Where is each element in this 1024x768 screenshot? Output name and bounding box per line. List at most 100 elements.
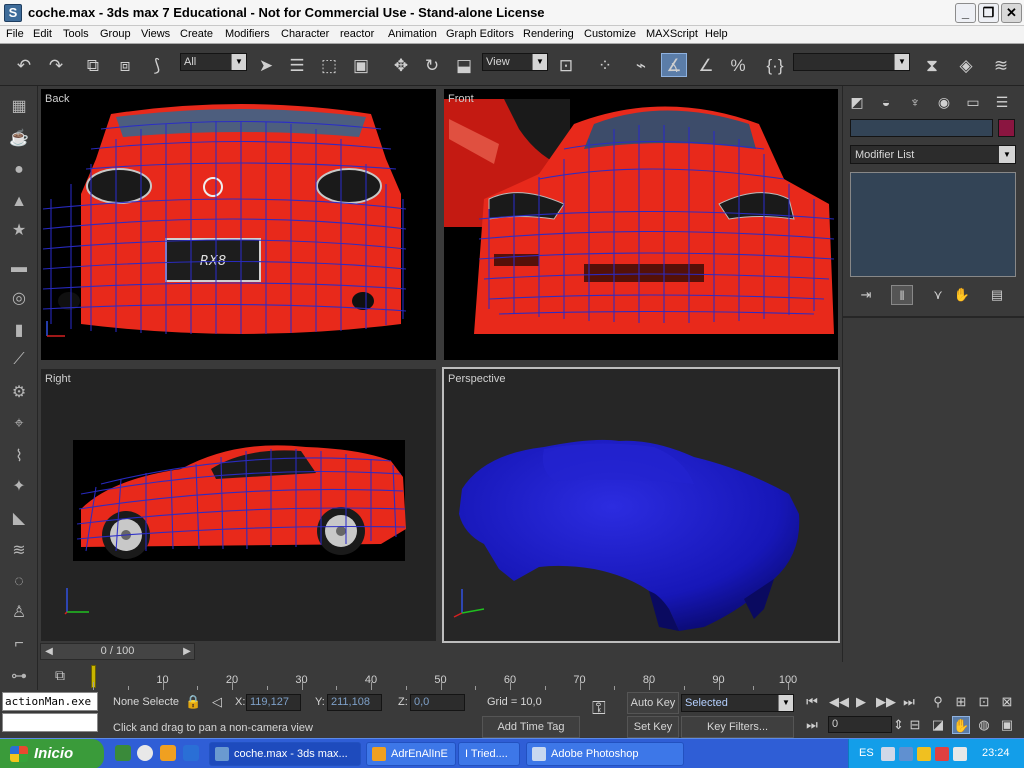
layer-manager-icon[interactable]: ≋ (988, 53, 1014, 77)
go-to-start-icon[interactable]: ⏮ (803, 693, 821, 711)
frame-spinner-icon[interactable]: ⇕ (893, 716, 904, 734)
maxscript-listener-input[interactable]: actionMan.exe (2, 692, 98, 711)
tray-antivirus-icon[interactable] (935, 747, 949, 761)
set-key-button[interactable]: Set Key (627, 716, 679, 738)
pan-icon[interactable]: ✋ (952, 716, 970, 734)
menu-rendering[interactable]: Rendering (523, 28, 574, 40)
menu-tools[interactable]: Tools (63, 28, 89, 40)
viewport-back[interactable]: Back RX8 (41, 89, 436, 360)
absolute-mode-icon[interactable]: ◁ (212, 694, 222, 710)
menu-help[interactable]: Help (705, 28, 728, 40)
make-unique-icon[interactable]: ⋎ (927, 285, 949, 305)
tube-icon[interactable]: ⟋ (6, 348, 32, 372)
restore-button[interactable]: ❐ (978, 3, 999, 23)
mirror-icon[interactable]: ⧗ (919, 53, 945, 77)
hierarchy-tab-icon[interactable]: ♆ (904, 92, 926, 112)
key-filters-button[interactable]: Key Filters... (681, 716, 794, 738)
water-icon[interactable]: ≋ (6, 538, 32, 562)
arc-rotate-icon[interactable]: ◍ (975, 716, 993, 734)
menu-animation[interactable]: Animation (388, 28, 437, 40)
object-name-input[interactable] (850, 119, 993, 137)
select-scale-icon[interactable]: ⬓ (451, 53, 477, 77)
keyboard-shortcut-icon[interactable]: ⌁ (628, 53, 654, 77)
chevron-left-icon[interactable]: ◀ (42, 643, 56, 660)
task-messenger-2[interactable]: I Tried.... (458, 742, 520, 766)
viewport-label[interactable]: Front (448, 93, 474, 105)
track-bar[interactable]: ⧉ 10 20 30 40 50 60 70 80 90 100 (40, 662, 840, 690)
select-object-icon[interactable]: ➤ (253, 53, 279, 77)
character-icon[interactable]: ♙ (6, 600, 32, 624)
viewport-label[interactable]: Right (45, 373, 71, 385)
tray-messenger-icon[interactable] (917, 747, 931, 761)
modify-tab-icon[interactable]: ◒ (875, 92, 897, 112)
lock-icon[interactable]: 🔒 (185, 694, 201, 710)
viewport-label[interactable]: Back (45, 93, 69, 105)
window-crossing-icon[interactable]: ▣ (348, 53, 374, 77)
key-mode-toggle-icon[interactable]: ⏭ (803, 716, 821, 734)
tray-display-icon[interactable] (899, 747, 913, 761)
viewport-label[interactable]: Perspective (448, 373, 505, 385)
viewport-perspective[interactable]: Perspective (442, 367, 840, 643)
cone-icon[interactable]: ▲ (6, 190, 32, 214)
use-pivot-icon[interactable]: ⊡ (553, 53, 579, 77)
quicklaunch-excel-icon[interactable] (115, 745, 131, 761)
task-messenger-1[interactable]: AdrEnAlInE (366, 742, 456, 766)
percent-snap-icon[interactable]: % (725, 53, 751, 77)
3ds-max-logo-icon[interactable]: S (4, 4, 22, 22)
quicklaunch-media-player-icon[interactable] (137, 745, 153, 761)
angle-snap-icon[interactable]: ∠ (693, 53, 719, 77)
menu-graph-editors[interactable]: Graph Editors (446, 28, 514, 40)
align-icon[interactable]: ◈ (953, 53, 979, 77)
named-selection-sets-dropdown[interactable]: ▼ (793, 53, 910, 71)
tray-volume-icon[interactable] (953, 747, 967, 761)
light-icon[interactable]: ✦ (6, 474, 32, 498)
menu-group[interactable]: Group (100, 28, 131, 40)
z-coordinate-field[interactable]: 0,0 (410, 694, 465, 711)
snap-3d-icon[interactable]: ∡ (661, 53, 687, 77)
zoom-all-icon[interactable]: ⊞ (952, 693, 970, 711)
undo-icon[interactable]: ↶ (11, 53, 37, 77)
menu-views[interactable]: Views (141, 28, 170, 40)
spinner-snap-icon[interactable]: {·} (762, 53, 788, 77)
link-icon[interactable]: ⧉ (80, 53, 106, 77)
zoom-extents-all-icon[interactable]: ⊠ (998, 693, 1016, 711)
box-icon[interactable]: ▦ (6, 94, 32, 118)
maxscript-output-field[interactable] (2, 713, 98, 732)
auto-key-button[interactable]: Auto Key (627, 692, 679, 714)
add-time-tag-button[interactable]: Add Time Tag (482, 716, 580, 738)
select-move-icon[interactable]: ✥ (388, 53, 414, 77)
play-icon[interactable]: ▶ (852, 693, 870, 711)
maximize-viewport-icon[interactable]: ▣ (998, 716, 1016, 734)
viewport-right[interactable]: Right (41, 369, 436, 641)
minimize-button[interactable]: _ (955, 3, 976, 23)
helper-icon[interactable]: ⌖ (6, 412, 32, 436)
pin-stack-icon[interactable]: ⇥ (855, 285, 877, 305)
time-configuration-icon[interactable]: ⊟ (906, 716, 924, 734)
orbit-icon[interactable]: ◌ (6, 570, 32, 594)
key-icon[interactable]: ⚿ (592, 698, 606, 719)
gear-icon[interactable]: ⚙ (6, 380, 32, 404)
cylinder-icon[interactable]: ▮ (6, 318, 32, 342)
menu-reactor[interactable]: reactor (340, 28, 374, 40)
rect-selection-region-icon[interactable]: ⬚ (316, 53, 342, 77)
time-slider-thumb[interactable]: 0 / 100 (40, 643, 195, 660)
torus-icon[interactable]: ◎ (6, 286, 32, 310)
create-tab-icon[interactable]: ◩ (846, 92, 868, 112)
select-rotate-icon[interactable]: ↻ (419, 53, 445, 77)
unlink-icon[interactable]: ⧈ (112, 53, 138, 77)
key-mode-dropdown[interactable]: Selected ▼ (681, 694, 794, 712)
bend-object-icon[interactable]: ⌐ (6, 632, 32, 656)
current-frame-field[interactable]: 0 (828, 716, 892, 733)
start-button[interactable]: Inicio (0, 739, 104, 768)
camera-icon[interactable]: ◣ (6, 506, 32, 530)
menu-maxscript[interactable]: MAXScript (646, 28, 698, 40)
menu-edit[interactable]: Edit (33, 28, 52, 40)
object-color-swatch[interactable] (998, 119, 1015, 137)
viewport-front[interactable]: Front (444, 89, 838, 360)
redo-icon[interactable]: ↷ (43, 53, 69, 77)
x-coordinate-field[interactable]: 119,127 (246, 694, 301, 711)
tray-network-icon[interactable] (881, 747, 895, 761)
task-3ds-max[interactable]: coche.max - 3ds max... (209, 742, 361, 766)
time-slider[interactable]: 0 / 100 ◀ ▶ (40, 643, 840, 661)
show-end-result-icon[interactable]: ‖ (891, 285, 913, 305)
